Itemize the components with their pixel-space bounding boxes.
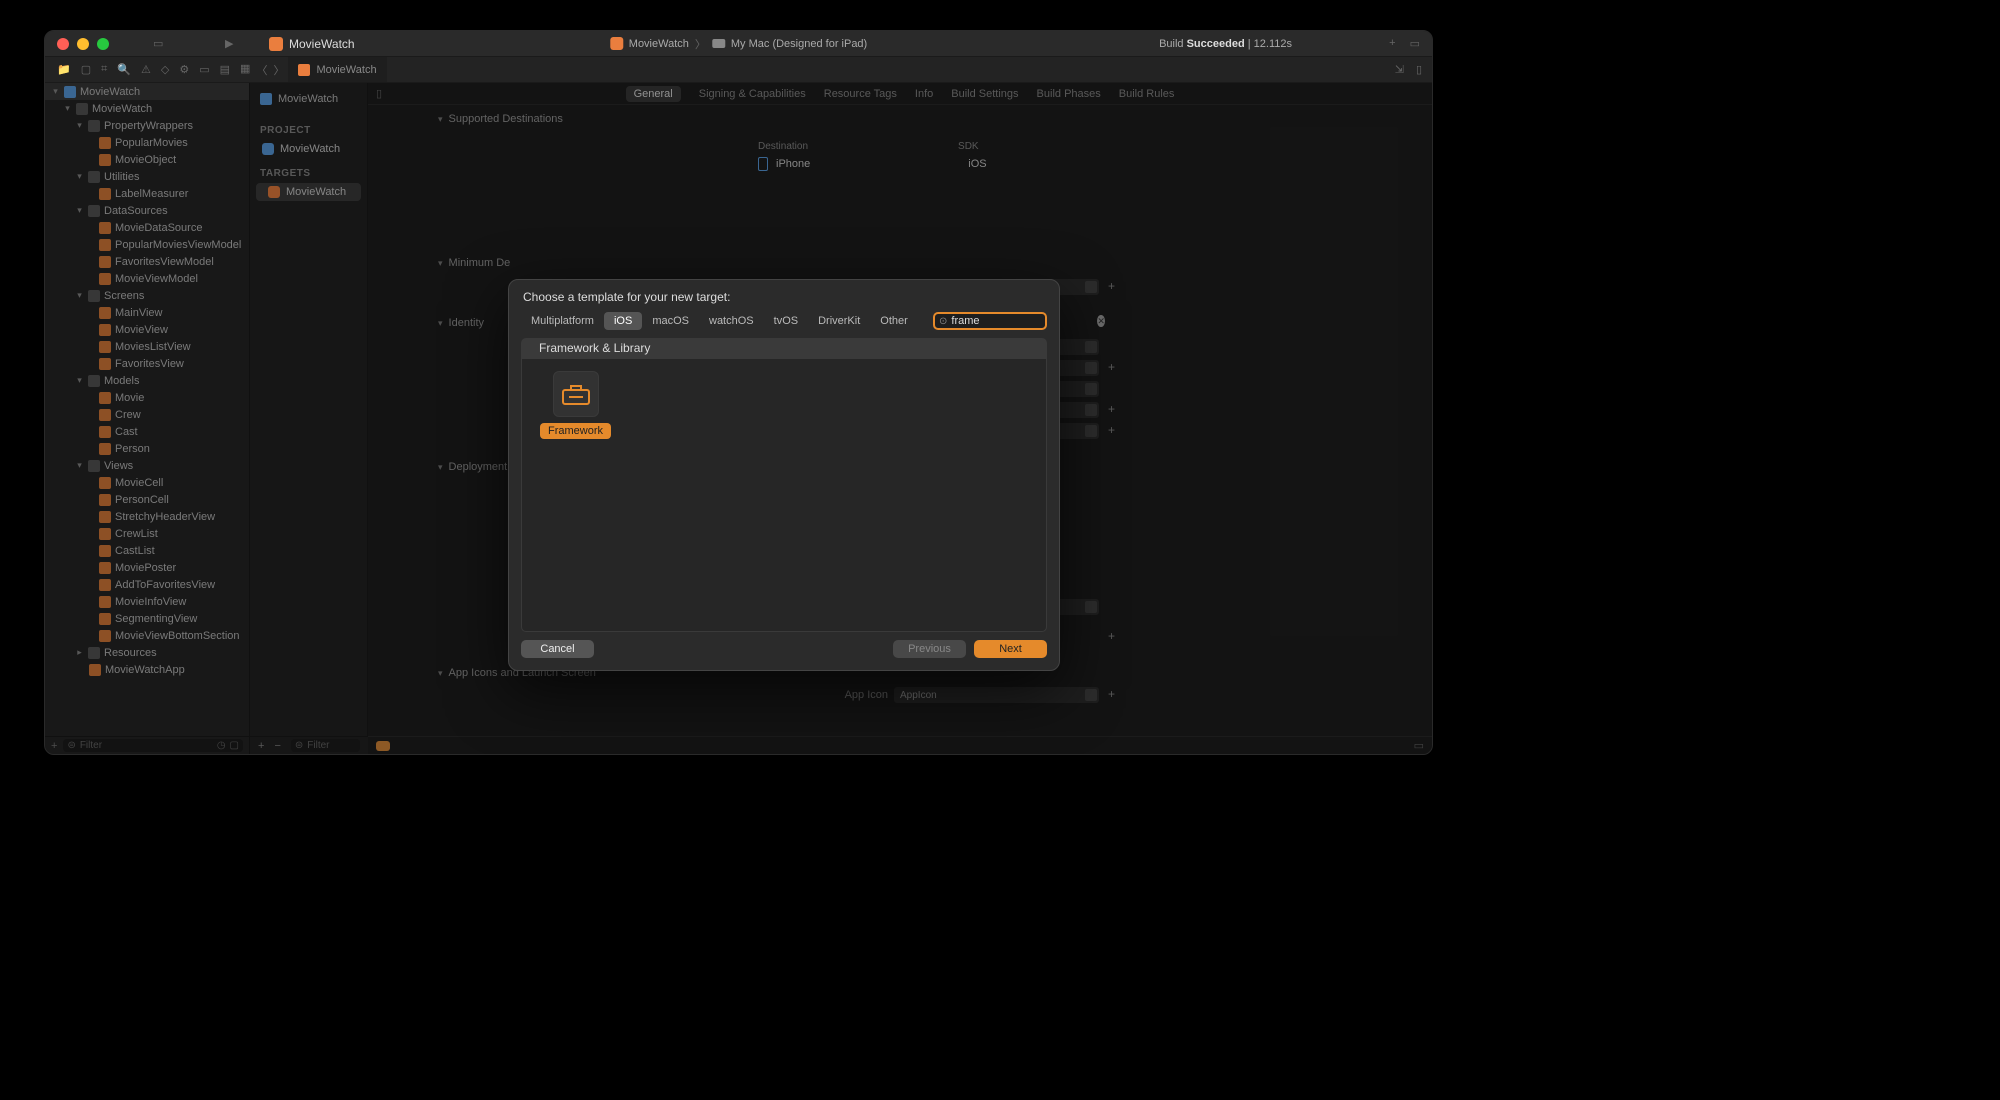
forward-icon[interactable]: 〉 xyxy=(273,62,284,78)
platform-tab-tvos[interactable]: tvOS xyxy=(764,312,808,330)
navigator-mode-icons: 󠀠📁 ▢ ⌗ 🔍 ⚠ ◇ ⚙ ▭ ▤ xyxy=(57,63,230,76)
run-button-icon[interactable]: ▶ xyxy=(225,37,233,50)
traffic-lights xyxy=(57,38,109,50)
content-area: ▾ MovieWatch ▾ MovieWatch ▾PropertyWrapp… xyxy=(45,83,1432,754)
framework-icon xyxy=(553,371,599,417)
minimize-window-button[interactable] xyxy=(77,38,89,50)
template-grid: Framework xyxy=(521,358,1047,632)
plus-icon[interactable]: + xyxy=(1389,37,1395,50)
platform-selector-row: Multiplatform iOS macOS watchOS tvOS Dri… xyxy=(509,312,1059,338)
folder-icon[interactable]: 󠀠📁 xyxy=(57,63,71,76)
previous-button[interactable]: Previous xyxy=(893,640,966,658)
cancel-button[interactable]: Cancel xyxy=(521,640,594,658)
title-bar: ▭ ▶ MovieWatch MovieWatch 〉 My Mac (Desi… xyxy=(45,31,1432,57)
xcode-window: ▭ ▶ MovieWatch MovieWatch 〉 My Mac (Desi… xyxy=(44,30,1433,755)
template-search-field[interactable]: ⊙ ✕ xyxy=(933,312,1047,330)
close-window-button[interactable] xyxy=(57,38,69,50)
template-category-header: Framework & Library xyxy=(521,338,1047,358)
source-control-icon[interactable]: ▢ xyxy=(81,63,91,76)
navigator-selector-bar: 󠀠📁 ▢ ⌗ 🔍 ⚠ ◇ ⚙ ▭ ▤ ▦ 〈 〉 MovieWatch ⇲ ▯ xyxy=(45,57,1432,83)
scheme-target-label: MovieWatch xyxy=(629,38,689,50)
build-status: Build Succeeded | 12.112s xyxy=(1159,38,1292,50)
issues-icon[interactable]: ⚠ xyxy=(141,63,151,76)
tests-icon[interactable]: ◇ xyxy=(161,63,169,76)
reports-icon[interactable]: ▤ xyxy=(220,63,230,76)
related-items-icon[interactable]: ▦ xyxy=(240,62,250,78)
search-icon[interactable]: 🔍 xyxy=(117,63,131,76)
navigator-toggle-icon[interactable]: ▭ xyxy=(153,37,163,50)
platform-tab-watchos[interactable]: watchOS xyxy=(699,312,764,330)
template-label: Framework xyxy=(540,423,611,439)
scheme-target-icon xyxy=(610,37,623,50)
project-title[interactable]: MovieWatch xyxy=(269,37,355,51)
mac-device-icon xyxy=(712,39,725,48)
symbol-icon[interactable]: ⌗ xyxy=(101,63,107,76)
modal-buttons: Cancel Previous Next xyxy=(509,640,1059,670)
chevron-right-icon: 〉 xyxy=(695,36,706,52)
app-icon xyxy=(269,37,283,51)
template-search-input[interactable] xyxy=(951,315,1093,327)
breakpoints-icon[interactable]: ▭ xyxy=(199,63,209,76)
platform-tab-ios[interactable]: iOS xyxy=(604,312,642,330)
library-icon[interactable]: ▭ xyxy=(1410,37,1420,50)
zoom-window-button[interactable] xyxy=(97,38,109,50)
platform-tab-driverkit[interactable]: DriverKit xyxy=(808,312,870,330)
scheme-device-label: My Mac (Designed for iPad) xyxy=(731,38,867,50)
editor-tabs: MovieWatch xyxy=(288,57,386,82)
add-editor-icon[interactable]: ▯ xyxy=(1416,63,1422,76)
platform-tab-other[interactable]: Other xyxy=(870,312,918,330)
modal-title: Choose a template for your new target: xyxy=(509,280,1059,312)
platform-tab-multiplatform[interactable]: Multiplatform xyxy=(521,312,604,330)
scheme-selector[interactable]: MovieWatch 〉 My Mac (Designed for iPad) xyxy=(610,36,867,52)
back-icon[interactable]: 〈 xyxy=(256,62,267,78)
search-icon: ⊙ xyxy=(939,316,947,327)
titlebar-right-controls: + ▭ xyxy=(1389,37,1420,50)
layout-icon[interactable]: ⇲ xyxy=(1395,63,1404,76)
project-tab-icon xyxy=(298,64,310,76)
editor-layout-controls: ⇲ ▯ xyxy=(1395,63,1422,76)
platform-tabs: Multiplatform iOS macOS watchOS tvOS Dri… xyxy=(521,312,918,330)
new-target-template-sheet: Choose a template for your new target: M… xyxy=(508,279,1060,671)
project-title-text: MovieWatch xyxy=(289,37,355,51)
next-button[interactable]: Next xyxy=(974,640,1047,658)
debug-icon[interactable]: ⚙ xyxy=(179,63,189,76)
template-framework[interactable]: Framework xyxy=(540,371,611,439)
tab-label: MovieWatch xyxy=(316,64,376,76)
tab-moviewatch[interactable]: MovieWatch xyxy=(288,57,386,82)
clear-search-icon[interactable]: ✕ xyxy=(1097,315,1105,327)
platform-tab-macos[interactable]: macOS xyxy=(642,312,699,330)
editor-nav-buttons: ▦ 〈 〉 xyxy=(240,62,284,78)
